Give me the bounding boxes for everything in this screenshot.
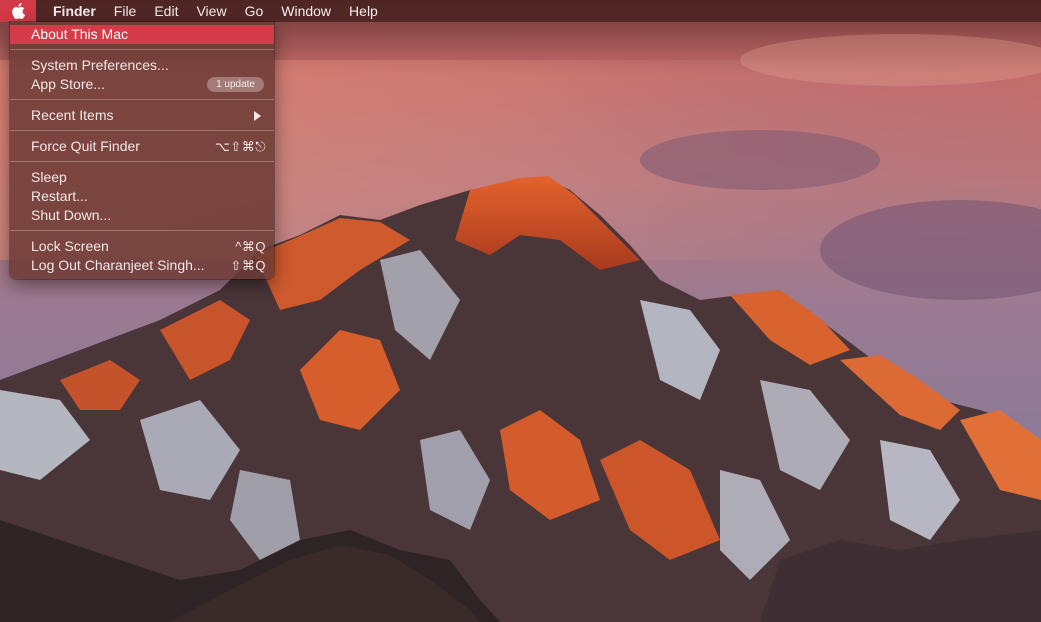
menu-item-system-preferences[interactable]: System Preferences... — [10, 56, 274, 75]
menu-separator — [10, 99, 274, 100]
menu-help[interactable]: Help — [340, 0, 387, 22]
log-out-shortcut: ⇧⌘Q — [230, 258, 266, 273]
menu-separator — [10, 49, 274, 50]
system-preferences-label: System Preferences... — [31, 57, 169, 73]
menu-separator — [10, 230, 274, 231]
menu-view[interactable]: View — [187, 0, 235, 22]
menu-item-sleep[interactable]: Sleep — [10, 168, 274, 187]
app-store-update-badge: 1 update — [207, 77, 264, 92]
shut-down-label: Shut Down... — [31, 207, 112, 223]
menu-item-force-quit[interactable]: Force Quit Finder ⌥⇧⌘⎋ — [10, 137, 274, 156]
menu-edit[interactable]: Edit — [145, 0, 187, 22]
apple-menu-dropdown: About This Mac System Preferences... App… — [10, 22, 274, 279]
menu-bar: Finder File Edit View Go Window Help — [0, 0, 1041, 22]
menu-separator — [10, 161, 274, 162]
desktop: Finder File Edit View Go Window Help Abo… — [0, 0, 1041, 622]
app-store-label: App Store... — [31, 76, 105, 92]
menu-item-lock-screen[interactable]: Lock Screen ^⌘Q — [10, 237, 274, 256]
menu-window[interactable]: Window — [272, 0, 340, 22]
menu-item-log-out[interactable]: Log Out Charanjeet Singh... ⇧⌘Q — [10, 256, 274, 275]
force-quit-shortcut: ⌥⇧⌘⎋ — [214, 139, 266, 154]
menu-item-recent-items[interactable]: Recent Items — [10, 106, 274, 125]
menu-go[interactable]: Go — [236, 0, 273, 22]
recent-items-label: Recent Items — [31, 107, 114, 123]
lock-screen-label: Lock Screen — [31, 238, 109, 254]
about-this-mac-label: About This Mac — [31, 26, 129, 42]
sleep-label: Sleep — [31, 169, 67, 185]
menu-finder[interactable]: Finder — [36, 0, 105, 22]
submenu-arrow-icon — [254, 110, 261, 121]
apple-menu-button[interactable] — [0, 0, 36, 22]
menu-item-app-store[interactable]: App Store... 1 update — [10, 75, 274, 94]
log-out-label: Log Out Charanjeet Singh... — [31, 257, 205, 273]
restart-label: Restart... — [31, 188, 88, 204]
menu-separator — [10, 130, 274, 131]
menu-item-about-this-mac[interactable]: About This Mac — [10, 25, 274, 44]
menu-item-shut-down[interactable]: Shut Down... — [10, 206, 274, 225]
menu-file[interactable]: File — [105, 0, 146, 22]
lock-screen-shortcut: ^⌘Q — [235, 239, 266, 254]
menu-item-restart[interactable]: Restart... — [10, 187, 274, 206]
force-quit-label: Force Quit Finder — [31, 138, 140, 154]
apple-logo-icon — [12, 3, 25, 19]
